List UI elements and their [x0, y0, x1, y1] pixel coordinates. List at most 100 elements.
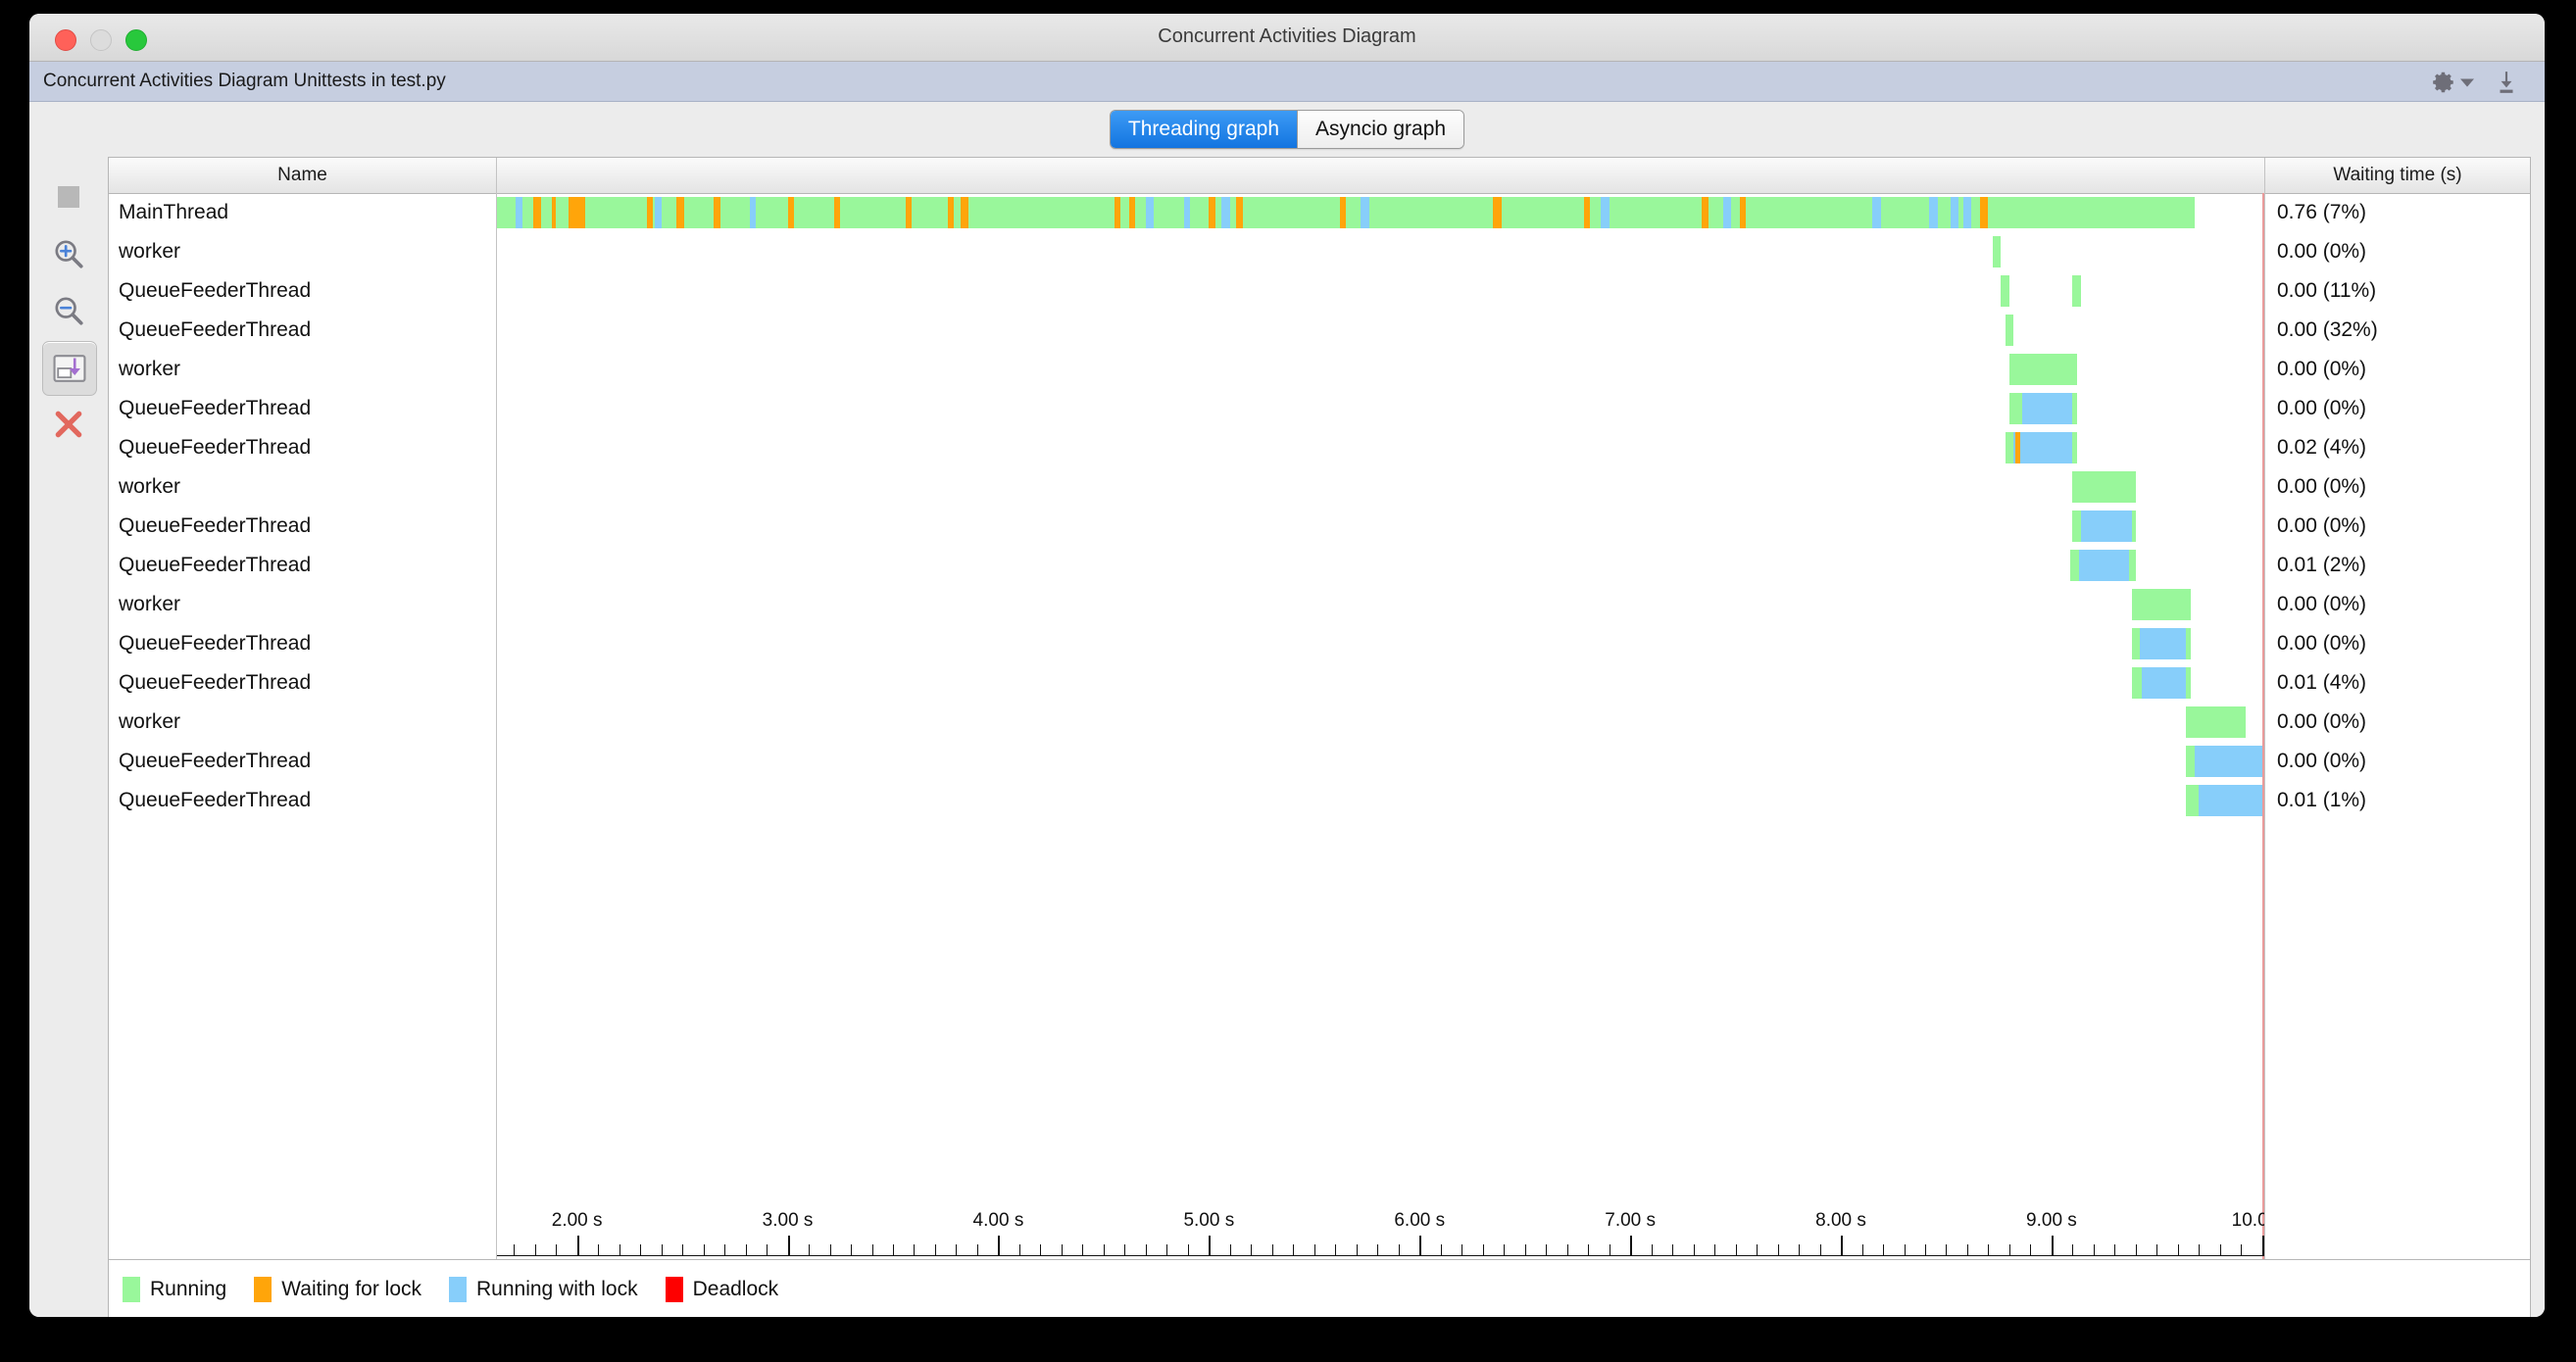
axis-minor-tick: [934, 1244, 936, 1255]
timeline-segment[interactable]: [833, 197, 841, 228]
timeline-segment[interactable]: [2013, 432, 2073, 463]
tab-asyncio-graph[interactable]: Asyncio graph: [1297, 111, 1464, 148]
timeline-segment[interactable]: [2008, 354, 2077, 385]
timeline-segment[interactable]: [1979, 197, 1989, 228]
timeline-segment[interactable]: [1962, 197, 1972, 228]
timeline-segment[interactable]: [714, 197, 720, 228]
timeline-segment[interactable]: [569, 197, 586, 228]
timeline-segment[interactable]: [1872, 197, 1881, 228]
save-image-button[interactable]: [42, 341, 97, 396]
table-row[interactable]: QueueFeederThread: [109, 663, 496, 703]
timeline-segment[interactable]: [1114, 197, 1121, 228]
timeline-segment[interactable]: [2078, 550, 2130, 581]
timeline-segment[interactable]: [1929, 197, 1938, 228]
timeline-segment[interactable]: [787, 197, 794, 228]
legend-item: Running: [123, 1276, 227, 1302]
table-row[interactable]: worker: [109, 467, 496, 507]
table-row[interactable]: QueueFeederThread: [109, 781, 496, 820]
timeline-segment[interactable]: [1583, 197, 1591, 228]
axis-minor-tick: [829, 1244, 831, 1255]
timeline-segment[interactable]: [2021, 393, 2073, 424]
timeline-segment[interactable]: [2142, 667, 2187, 699]
timeline-segment[interactable]: [655, 197, 662, 228]
column-header-name[interactable]: Name: [109, 158, 497, 193]
timeline-segment[interactable]: [532, 197, 542, 228]
axis-minor-tick: [1693, 1244, 1695, 1255]
table-row[interactable]: worker: [109, 703, 496, 742]
settings-menu-button[interactable]: [2431, 70, 2474, 95]
chevron-down-icon: [2460, 78, 2474, 87]
name-column: MainThread worker QueueFeederThread QueueFe…: [109, 193, 497, 1259]
timeline-segment[interactable]: [675, 197, 685, 228]
table-row[interactable]: worker: [109, 350, 496, 389]
timeline-segment[interactable]: [2131, 589, 2191, 620]
close-diagram-button[interactable]: [42, 398, 95, 451]
axis-minor-tick: [767, 1244, 768, 1255]
axis-minor-tick: [619, 1244, 620, 1255]
legend-label: Running: [150, 1277, 227, 1300]
zoom-out-button[interactable]: [42, 284, 95, 337]
column-header-graph[interactable]: [497, 158, 2265, 193]
timeline-segment[interactable]: [1236, 197, 1243, 228]
axis-minor-tick: [1061, 1244, 1063, 1255]
timeline-segment[interactable]: [2072, 471, 2136, 503]
timeline-segment[interactable]: [646, 197, 653, 228]
table-row[interactable]: QueueFeederThread: [109, 389, 496, 428]
timeline-segment[interactable]: [1221, 197, 1230, 228]
axis-minor-tick: [809, 1244, 811, 1255]
download-button[interactable]: [2494, 70, 2519, 100]
time-axis: 2.00 s 3.00 s 4.00 s 5.00 s 6.00 s 7.00 s 8.00…: [497, 1202, 2264, 1259]
zoom-in-button[interactable]: [42, 227, 95, 280]
timeline-segment[interactable]: [551, 197, 557, 228]
table-row[interactable]: worker: [109, 585, 496, 624]
table-row[interactable]: worker: [109, 232, 496, 271]
timeline-segment[interactable]: [2015, 432, 2020, 463]
timeline-column[interactable]: 2.00 s 3.00 s 4.00 s 5.00 s 6.00 s 7.00 s 8.00…: [497, 193, 2265, 1259]
timeline-segment[interactable]: [1128, 197, 1136, 228]
timeline-segment[interactable]: [1361, 197, 1369, 228]
timeline-segment[interactable]: [2199, 785, 2264, 816]
timeline-segment[interactable]: [1493, 197, 1503, 228]
timeline-segment[interactable]: [1702, 197, 1709, 228]
timeline-segment[interactable]: [1339, 197, 1347, 228]
table-row[interactable]: QueueFeederThread: [109, 546, 496, 585]
timeline-segment[interactable]: [1992, 236, 2002, 268]
timeline-segment[interactable]: [1145, 197, 1155, 228]
waiting-time-value: 0.01 (2%): [2277, 554, 2367, 576]
waiting-time-value: 0.00 (0%): [2277, 358, 2367, 380]
timeline-segment[interactable]: [2081, 511, 2132, 542]
timeline-segment[interactable]: [2072, 275, 2082, 307]
timeline-segment[interactable]: [1950, 197, 1959, 228]
table-row[interactable]: QueueFeederThread: [109, 624, 496, 663]
timeline-segment[interactable]: [2001, 275, 2009, 307]
timeline-segment[interactable]: [960, 197, 969, 228]
table-row[interactable]: MainThread: [109, 193, 496, 232]
scroll-gutter[interactable]: [2531, 157, 2545, 1317]
table-row[interactable]: QueueFeederThread: [109, 507, 496, 546]
axis-minor-tick: [1018, 1244, 1020, 1255]
tab-threading-graph[interactable]: Threading graph: [1110, 111, 1298, 148]
timeline-segment[interactable]: [516, 197, 522, 228]
table-row[interactable]: QueueFeederThread: [109, 428, 496, 467]
left-toolbar: [29, 157, 108, 1317]
gear-icon: [2433, 72, 2453, 93]
column-header-waiting-time[interactable]: Waiting time (s): [2265, 158, 2530, 193]
timeline-segment[interactable]: [749, 197, 757, 228]
timeline-segment[interactable]: [905, 197, 913, 228]
timeline-segment[interactable]: [1722, 197, 1732, 228]
stop-button[interactable]: [42, 170, 95, 223]
timeline-segment[interactable]: [947, 197, 955, 228]
timeline-segment[interactable]: [2140, 628, 2187, 659]
timeline-segment[interactable]: [2005, 315, 2014, 346]
timeline-segment[interactable]: [1739, 197, 1747, 228]
axis-tick-label: 8.00 s: [1815, 1210, 1866, 1231]
table-row[interactable]: QueueFeederThread: [109, 311, 496, 350]
waiting-time-value: 0.00 (0%): [2277, 240, 2367, 263]
timeline-segment[interactable]: [1209, 197, 1215, 228]
timeline-segment[interactable]: [1601, 197, 1610, 228]
table-row[interactable]: QueueFeederThread: [109, 271, 496, 311]
timeline-segment[interactable]: [1183, 197, 1190, 228]
timeline-segment[interactable]: [2186, 706, 2246, 738]
table-row[interactable]: QueueFeederThread: [109, 742, 496, 781]
timeline-segment[interactable]: [2195, 746, 2264, 777]
